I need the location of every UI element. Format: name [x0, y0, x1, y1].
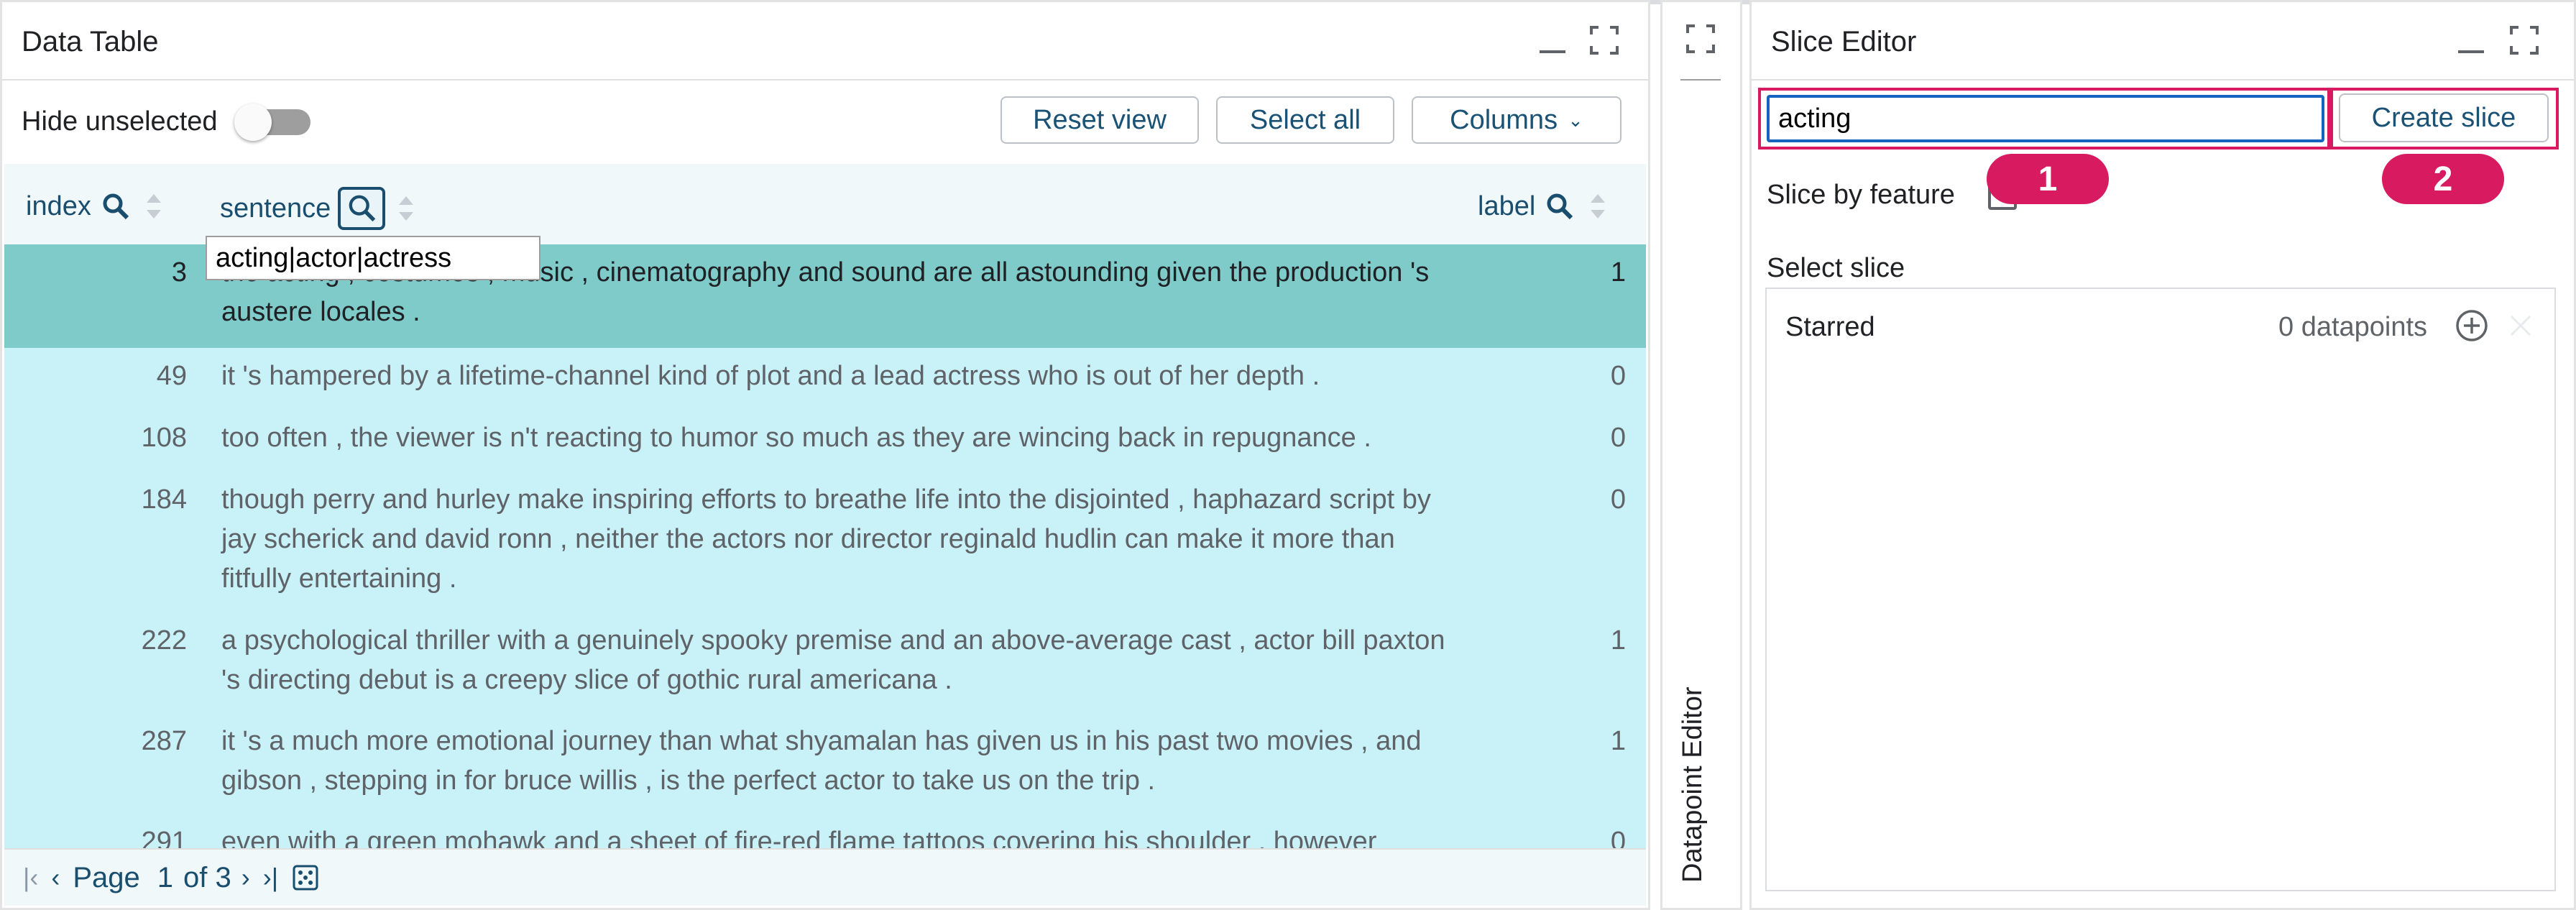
table-row[interactable]: 49 it 's hampered by a lifetime-channel …	[4, 348, 1646, 410]
label-header-label: label	[1478, 190, 1536, 221]
slice-title-divider	[1752, 79, 2574, 81]
slice-list	[1765, 288, 2556, 891]
row-sentence: though perry and hurley make inspiring e…	[221, 484, 1431, 594]
row-index: 222	[141, 625, 187, 656]
label-search-icon[interactable]	[1542, 189, 1577, 224]
row-label: 1	[1610, 726, 1626, 756]
row-label: 1	[1610, 257, 1626, 288]
slice-editor-title: Slice Editor	[1771, 26, 1917, 58]
annotation-badge-1: 1	[1987, 154, 2109, 204]
pagination-bar: |‹ ‹ Page 1 of 3 › ›|	[4, 848, 1646, 906]
columns-button[interactable]: Columns ⌄	[1412, 96, 1622, 144]
random-page-icon[interactable]	[291, 863, 320, 892]
row-index: 3	[171, 257, 187, 288]
table-row[interactable]: 108 too often , the viewer is n't reacti…	[4, 410, 1646, 472]
page-total: of 3	[183, 861, 231, 893]
datapoint-editor-title[interactable]: Datapoint Editor	[1678, 687, 1708, 883]
select-slice-label: Select slice	[1767, 253, 1905, 283]
chevron-down-icon: ⌄	[1568, 109, 1583, 131]
slice-count: 0 datapoints	[2278, 312, 2428, 342]
row-label: 1	[1610, 625, 1626, 656]
sentence-search-icon[interactable]	[338, 187, 386, 230]
datapoint-maximize-icon[interactable]	[1683, 22, 1718, 56]
index-sort-icon[interactable]	[142, 187, 166, 226]
close-icon[interactable]	[2506, 311, 2536, 341]
row-label: 0	[1610, 827, 1626, 848]
row-sentence: a psychological thriller with a genuinel…	[221, 625, 1445, 695]
slice-maximize-icon[interactable]	[2507, 23, 2542, 58]
hide-unselected-toggle[interactable]	[234, 104, 313, 141]
select-all-label: Select all	[1249, 104, 1361, 135]
hide-unselected-label: Hide unselected	[22, 106, 218, 137]
columns-label: Columns	[1450, 104, 1558, 135]
datapoint-divider	[1680, 79, 1721, 81]
sentence-sort-icon[interactable]	[394, 189, 418, 228]
row-label: 0	[1610, 361, 1626, 391]
toggle-knob	[234, 104, 272, 141]
row-index: 184	[141, 484, 187, 515]
table-row[interactable]: 291 even with a green mohawk and a sheet…	[4, 814, 1646, 848]
column-header-sentence: sentence	[220, 187, 418, 230]
row-label: 0	[1610, 423, 1626, 453]
row-sentence: even with a green mohawk and a sheet of …	[221, 827, 1377, 848]
reset-view-button[interactable]: Reset view	[1000, 96, 1199, 144]
row-sentence: it 's hampered by a lifetime-channel kin…	[221, 361, 1320, 391]
row-sentence: it 's a much more emotional journey than…	[221, 726, 1422, 796]
minimize-icon[interactable]	[1535, 23, 1570, 58]
sentence-header-label: sentence	[220, 193, 331, 224]
prev-page-icon[interactable]: ‹	[51, 863, 60, 893]
page-label: Page	[73, 861, 140, 893]
row-index: 291	[141, 827, 187, 848]
create-slice-button[interactable]: Create slice	[2339, 93, 2549, 142]
table-row[interactable]: 287 it 's a much more emotional journey …	[4, 713, 1646, 814]
first-page-icon[interactable]: |‹	[23, 863, 38, 893]
slice-name-starred[interactable]: Starred	[1785, 312, 1875, 343]
row-index: 108	[141, 423, 187, 453]
data-table-title: Data Table	[22, 26, 159, 58]
slice-minimize-icon[interactable]	[2454, 23, 2488, 58]
index-header-label: index	[26, 190, 91, 221]
table-row[interactable]: 222 a psychological thriller with a genu…	[4, 612, 1646, 713]
select-all-button[interactable]: Select all	[1216, 96, 1394, 144]
row-index: 287	[141, 726, 187, 756]
slice-name-input[interactable]	[1767, 95, 2324, 142]
maximize-icon[interactable]	[1587, 23, 1622, 58]
row-label: 0	[1610, 484, 1626, 515]
add-circle-icon[interactable]	[2454, 308, 2490, 344]
slice-by-feature-label: Slice by feature	[1767, 180, 1955, 210]
column-header-label: label	[1478, 187, 1610, 226]
title-divider	[2, 79, 1648, 81]
current-page[interactable]: 1	[157, 862, 173, 894]
next-page-icon[interactable]: ›	[242, 863, 250, 893]
table-body: 3 the acting , costumes , music , cinema…	[4, 244, 1646, 848]
last-page-icon[interactable]: ›|	[263, 863, 278, 893]
index-search-icon[interactable]	[98, 189, 133, 224]
label-sort-icon[interactable]	[1586, 187, 1610, 226]
annotation-badge-2: 2	[2382, 154, 2504, 204]
row-sentence: too often , the viewer is n't reacting t…	[221, 423, 1371, 453]
column-header-index: index	[26, 187, 166, 226]
table-row[interactable]: 184 though perry and hurley make inspiri…	[4, 472, 1646, 612]
row-index: 49	[156, 361, 187, 391]
sentence-filter-input[interactable]	[206, 236, 540, 280]
